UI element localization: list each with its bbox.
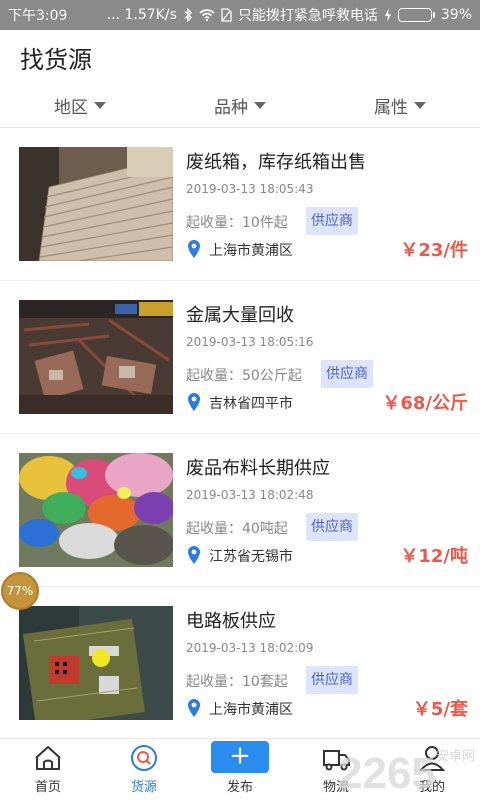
filter-region-label: 地区: [54, 98, 88, 118]
listing-location: 江苏省无锡市: [209, 549, 293, 565]
supplier-tag: 供应商: [306, 666, 358, 694]
listing-price: ￥68/公斤: [382, 393, 468, 414]
filter-attribute-label: 属性: [374, 98, 408, 118]
tab-logistics-label: 物流: [322, 780, 349, 795]
status-time: 下午3:09: [8, 8, 68, 24]
supplier-tag: 供应商: [306, 513, 358, 541]
filter-variety-label: 品种: [214, 98, 248, 118]
listing-min-quantity: 起收量：40吨起: [186, 521, 288, 537]
status-bar: 下午3:09 ... 1.57K/s 只能拨打紧急呼救电话 39%: [0, 0, 480, 30]
page-title: 找货源: [20, 45, 92, 74]
filter-variety[interactable]: 品种: [160, 84, 320, 127]
listing-image-cardboard: [19, 147, 173, 261]
battery-icon: [397, 8, 435, 22]
caret-down-icon: [414, 102, 426, 109]
truck-icon: [323, 750, 350, 771]
tab-logistics[interactable]: 物流: [288, 739, 384, 800]
list-item[interactable]: 电路板供应 2019-03-13 18:02:09 起收量：10套起 供应商 上…: [0, 587, 480, 738]
carrier-text: 只能拨打紧急呼救电话: [237, 8, 378, 24]
network-speed: ... 1.57K/s: [106, 7, 177, 23]
list-item[interactable]: 金属大量回收 2019-03-13 18:05:16 起收量：50公斤起 供应商…: [0, 281, 480, 434]
no-sim-icon: [221, 8, 232, 22]
tab-publish-label: 发布: [226, 780, 253, 795]
battery-percent: 39%: [440, 7, 472, 23]
listing-min-quantity: 起收量：50公斤起: [186, 368, 302, 384]
location-pin-icon: [188, 699, 200, 717]
wifi-icon: [199, 9, 215, 21]
plus-icon: +: [211, 741, 269, 773]
list-item[interactable]: 废纸箱，库存纸箱出售 2019-03-13 18:05:43 起收量：10件起 …: [0, 128, 480, 281]
listing-price: ￥5/套: [412, 699, 468, 720]
tab-home[interactable]: 首页: [0, 739, 96, 800]
listing-location: 上海市黄浦区: [209, 243, 293, 259]
listing-title: 废纸箱，库存纸箱出售: [186, 152, 366, 173]
tab-source[interactable]: 货源: [96, 739, 192, 800]
tab-home-label: 首页: [34, 780, 61, 795]
listing-image-scrap-metal: [19, 300, 173, 414]
bottom-tab-bar: 首页 货源 + 发布 物流 我的: [0, 738, 480, 800]
listing-title: 废品布料长期供应: [186, 458, 330, 479]
list-item[interactable]: 废品布料长期供应 2019-03-13 18:02:48 起收量：40吨起 供应…: [0, 434, 480, 587]
listing-image-fabric: [19, 453, 173, 567]
filter-bar: 地区 品种 属性: [0, 84, 480, 128]
listing-price: ￥12/吨: [400, 546, 468, 567]
listing-min-quantity: 起收量：10件起: [186, 215, 288, 231]
tab-mine-label: 我的: [418, 780, 445, 795]
listing-image-circuit-board: [19, 606, 173, 720]
listing-title: 金属大量回收: [186, 305, 294, 326]
listing-date: 2019-03-13 18:02:09: [186, 641, 314, 655]
listing-price: ￥23/件: [400, 240, 468, 261]
listing-list: 废纸箱，库存纸箱出售 2019-03-13 18:05:43 起收量：10件起 …: [0, 128, 480, 738]
bluetooth-icon: [184, 8, 192, 22]
supplier-tag: 供应商: [321, 360, 373, 388]
tab-mine[interactable]: 我的: [384, 739, 480, 800]
listing-location: 吉林省四平市: [209, 396, 293, 412]
tab-publish[interactable]: + 发布: [192, 739, 288, 800]
caret-down-icon: [94, 102, 106, 109]
supplier-tag: 供应商: [306, 207, 358, 235]
location-pin-icon: [188, 393, 200, 411]
search-icon: [131, 745, 157, 771]
user-icon: [418, 746, 446, 771]
listing-title: 电路板供应: [186, 611, 276, 632]
listing-date: 2019-03-13 18:02:48: [186, 488, 314, 502]
home-icon: [36, 746, 60, 770]
filter-attribute[interactable]: 属性: [320, 84, 480, 127]
tab-source-label: 货源: [130, 780, 157, 795]
floating-progress-badge[interactable]: 77%: [1, 572, 39, 610]
title-bar: 找货源: [0, 30, 480, 84]
listing-date: 2019-03-13 18:05:43: [186, 182, 314, 196]
location-pin-icon: [188, 546, 200, 564]
location-pin-icon: [188, 240, 200, 258]
listing-min-quantity: 起收量：10套起: [186, 674, 288, 690]
listing-date: 2019-03-13 18:05:16: [186, 335, 314, 349]
filter-region[interactable]: 地区: [0, 84, 160, 127]
charging-icon: [384, 8, 391, 22]
caret-down-icon: [254, 102, 266, 109]
listing-location: 上海市黄浦区: [209, 702, 293, 718]
